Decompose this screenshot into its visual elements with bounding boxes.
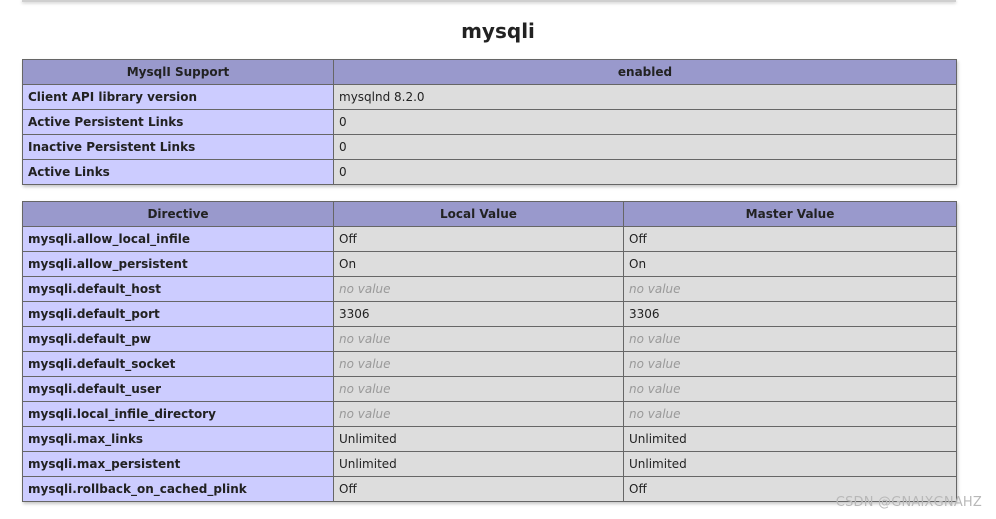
table-row: mysqli.default_socket no value no value (22, 351, 957, 377)
table-row: mysqli.rollback_on_cached_plink Off Off (22, 476, 957, 502)
table-row: mysqli.default_host no value no value (22, 276, 957, 302)
table-row: mysqli.allow_persistent On On (22, 251, 957, 277)
master-value-cell: On (623, 251, 957, 277)
support-row-label: Inactive Persistent Links (22, 134, 334, 160)
previous-table-edge (22, 0, 956, 2)
mysqli-support-table: MysqlI Support enabled Client API librar… (22, 59, 957, 185)
table-row: Active Links 0 (22, 159, 957, 185)
directive-name-cell: mysqli.default_pw (22, 326, 334, 352)
support-header-status: enabled (333, 59, 957, 85)
master-value-cell: Unlimited (623, 451, 957, 477)
directive-name-cell: mysqli.local_infile_directory (22, 401, 334, 427)
table-row: Active Persistent Links 0 (22, 109, 957, 135)
local-value-cell: no value (333, 376, 624, 402)
local-value-cell: no value (333, 401, 624, 427)
support-row-label: Active Persistent Links (22, 109, 334, 135)
table-row: mysqli.default_user no value no value (22, 376, 957, 402)
local-value-cell: Unlimited (333, 451, 624, 477)
mysqli-directive-table: Directive Local Value Master Value mysql… (22, 201, 957, 502)
support-row-value: mysqlnd 8.2.0 (333, 84, 957, 110)
no-value-text: no value (629, 382, 681, 396)
directive-name-cell: mysqli.default_socket (22, 351, 334, 377)
local-value-column-header: Local Value (333, 201, 624, 227)
support-header-label: MysqlI Support (22, 59, 334, 85)
master-value-cell: no value (623, 376, 957, 402)
directive-name-cell: mysqli.default_port (22, 301, 334, 327)
table-row: mysqli.default_pw no value no value (22, 326, 957, 352)
local-value-cell: On (333, 251, 624, 277)
no-value-text: no value (629, 282, 681, 296)
directive-name-cell: mysqli.max_links (22, 426, 334, 452)
no-value-text: no value (339, 382, 391, 396)
master-value-cell: no value (623, 326, 957, 352)
no-value-text: no value (339, 357, 391, 371)
directive-column-header: Directive (22, 201, 334, 227)
directive-name-cell: mysqli.rollback_on_cached_plink (22, 476, 334, 502)
local-value-cell: Unlimited (333, 426, 624, 452)
support-row-value: 0 (333, 109, 957, 135)
directive-name-cell: mysqli.default_host (22, 276, 334, 302)
table-row: Client API library version mysqlnd 8.2.0 (22, 84, 957, 110)
local-value-cell: Off (333, 226, 624, 252)
master-value-cell: no value (623, 401, 957, 427)
no-value-text: no value (339, 407, 391, 421)
support-row-label: Client API library version (22, 84, 334, 110)
directive-name-cell: mysqli.max_persistent (22, 451, 334, 477)
table-row: mysqli.default_port 3306 3306 (22, 301, 957, 327)
directive-name-cell: mysqli.allow_persistent (22, 251, 334, 277)
master-value-cell: no value (623, 351, 957, 377)
no-value-text: no value (629, 407, 681, 421)
master-value-cell: Off (623, 226, 957, 252)
table-row: mysqli.allow_local_infile Off Off (22, 226, 957, 252)
table-row: Inactive Persistent Links 0 (22, 134, 957, 160)
directive-header-row: Directive Local Value Master Value (22, 201, 957, 227)
no-value-text: no value (339, 282, 391, 296)
support-row-label: Active Links (22, 159, 334, 185)
no-value-text: no value (339, 332, 391, 346)
table-row: mysqli.local_infile_directory no value no … (22, 401, 957, 427)
csdn-watermark: CSDN @GNAIXGNAHZ (835, 495, 982, 510)
local-value-cell: no value (333, 276, 624, 302)
local-value-cell: no value (333, 351, 624, 377)
local-value-cell: 3306 (333, 301, 624, 327)
master-value-cell: Unlimited (623, 426, 957, 452)
no-value-text: no value (629, 357, 681, 371)
local-value-cell: no value (333, 326, 624, 352)
master-value-cell: no value (623, 276, 957, 302)
master-value-cell: 3306 (623, 301, 957, 327)
master-value-column-header: Master Value (623, 201, 957, 227)
table-row: mysqli.max_persistent Unlimited Unlimited (22, 451, 957, 477)
support-row-value: 0 (333, 159, 957, 185)
no-value-text: no value (629, 332, 681, 346)
directive-name-cell: mysqli.default_user (22, 376, 334, 402)
directive-table-body: mysqli.allow_local_infile Off Off mysqli.al… (22, 226, 957, 502)
module-title: mysqli (461, 19, 535, 43)
local-value-cell: Off (333, 476, 624, 502)
table-row: mysqli.max_links Unlimited Unlimited (22, 426, 957, 452)
directive-name-cell: mysqli.allow_local_infile (22, 226, 334, 252)
support-row-value: 0 (333, 134, 957, 160)
support-header-row: MysqlI Support enabled (22, 59, 957, 85)
